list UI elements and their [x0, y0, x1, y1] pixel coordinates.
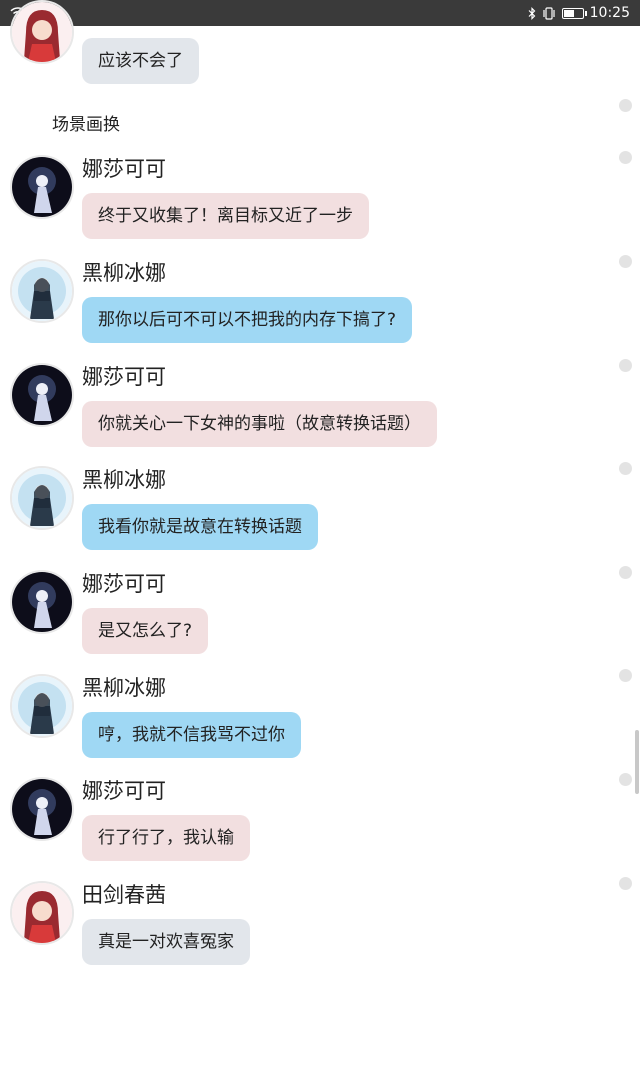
indicator-dot — [619, 359, 632, 372]
chat-view[interactable]: 应该不会了 场景画换 娜莎可可 终于又收集了！离目标又近了一步 黑柳冰娜 那你以… — [0, 0, 640, 1066]
sender-name: 黑柳冰娜 — [82, 261, 166, 285]
message-bubble[interactable]: 真是一对欢喜冤家 — [82, 919, 250, 965]
status-bar: 10:25 — [0, 0, 640, 26]
scrollbar-thumb[interactable] — [635, 730, 639, 794]
avatar-dark[interactable] — [10, 777, 74, 841]
sender-name: 黑柳冰娜 — [82, 468, 166, 492]
message-bubble[interactable]: 你就关心一下女神的事啦（故意转换话题） — [82, 401, 437, 447]
avatar-light[interactable] — [10, 466, 74, 530]
message-bubble[interactable]: 行了行了，我认输 — [82, 815, 250, 861]
scene-label: 场景画换 — [52, 115, 120, 135]
clock: 10:25 — [589, 5, 630, 21]
indicator-dot — [619, 877, 632, 890]
indicator-dot — [619, 151, 632, 164]
indicator-dot — [619, 773, 632, 786]
avatar-dark[interactable] — [10, 570, 74, 634]
avatar-red-hair[interactable] — [10, 0, 74, 64]
battery-icon — [561, 7, 587, 19]
sender-name: 黑柳冰娜 — [82, 676, 166, 700]
bluetooth-icon — [528, 6, 535, 20]
avatar-light[interactable] — [10, 674, 74, 738]
message-bubble[interactable]: 那你以后可不可以不把我的内存下搞了? — [82, 297, 413, 343]
vibrate-icon — [543, 6, 555, 20]
message-bubble[interactable]: 是又怎么了? — [82, 608, 209, 654]
sender-name: 娜莎可可 — [82, 157, 166, 181]
avatar-light[interactable] — [10, 259, 74, 323]
sender-name: 娜莎可可 — [82, 779, 166, 803]
avatar-dark[interactable] — [10, 155, 74, 219]
sender-name: 娜莎可可 — [82, 572, 166, 596]
message-bubble[interactable]: 我看你就是故意在转换话题 — [82, 504, 318, 550]
indicator-dot — [619, 462, 632, 475]
indicator-dot — [619, 255, 632, 268]
avatar-dark[interactable] — [10, 363, 74, 427]
message-bubble[interactable]: 哼，我就不信我骂不过你 — [82, 712, 301, 758]
avatar-red-hair[interactable] — [10, 881, 74, 945]
indicator-dot — [619, 669, 632, 682]
indicator-dot — [619, 99, 632, 112]
indicator-dot — [619, 566, 632, 579]
sender-name: 娜莎可可 — [82, 365, 166, 389]
message-bubble[interactable]: 终于又收集了！离目标又近了一步 — [82, 193, 369, 239]
sender-name: 田剑春茜 — [82, 883, 166, 907]
message-bubble[interactable]: 应该不会了 — [82, 38, 199, 84]
battery-level — [563, 9, 574, 17]
